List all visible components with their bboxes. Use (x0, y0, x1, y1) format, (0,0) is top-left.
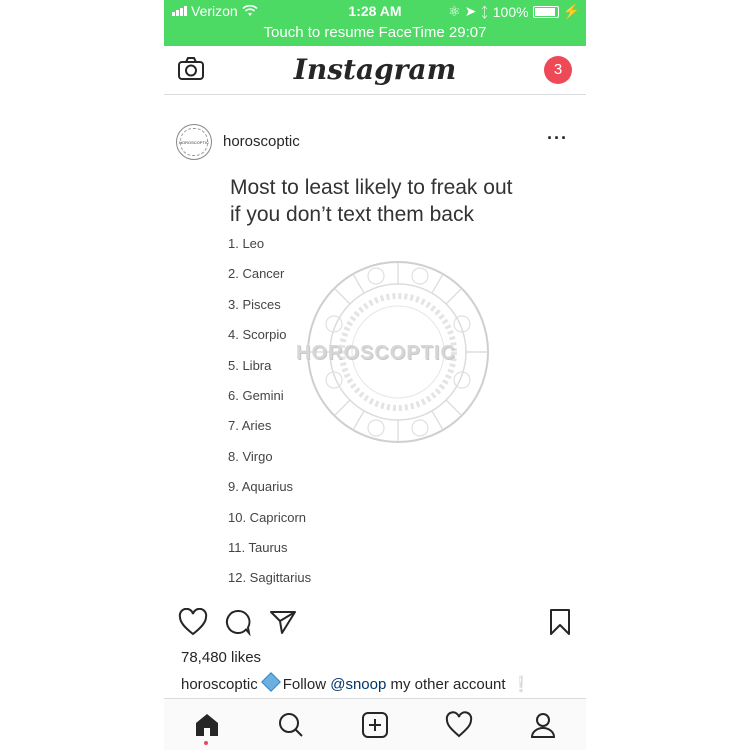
facetime-resume-banner[interactable]: Touch to resume FaceTime 29:07 (164, 22, 586, 46)
caption-mention-link[interactable]: @snoop (330, 676, 386, 693)
caption-text-after: my other account (386, 676, 506, 693)
list-item: 2. Cancer (228, 266, 285, 282)
image-watermark: HOROSCOPTIC (296, 342, 456, 364)
list-item: 7. Aries (228, 418, 272, 434)
list-item: 3. Pisces (228, 296, 281, 312)
exclamation-emoji-icon: ❕ (511, 676, 531, 693)
caption-text-before: Follow (282, 676, 331, 693)
like-count[interactable]: 78,480 likes (181, 649, 261, 666)
zodiac-ranking-list: 1. Leo 2. Cancer 3. Pisces 4. Scorpio 5.… (228, 233, 311, 594)
post-username[interactable]: horoscoptic (223, 133, 300, 150)
list-item: 10. Capricorn (228, 509, 307, 525)
status-right: ⚛ ➤ ᛨ 100% ⚡ (448, 3, 580, 20)
orientation-lock-icon: ⚛ (448, 3, 461, 19)
avatar[interactable]: HOROSCOPTIC (176, 124, 212, 160)
battery-percent: 100% (492, 3, 529, 20)
list-item: 8. Virgo (228, 448, 273, 464)
location-icon: ➤ (464, 3, 477, 19)
comment-icon[interactable] (224, 608, 252, 636)
list-item: 1. Leo (228, 236, 265, 251)
list-item: 6. Gemini (228, 387, 284, 403)
home-active-dot (204, 741, 208, 745)
diamond-emoji-icon (260, 672, 281, 692)
avatar-logo: HOROSCOPTIC (179, 128, 209, 156)
instagram-logo: Instagram (293, 53, 457, 86)
share-icon[interactable] (269, 608, 297, 636)
list-item: 5. Libra (228, 357, 272, 373)
charging-icon: ⚡ (562, 3, 580, 19)
list-item: 11. Taurus (228, 539, 288, 555)
image-title: Most to least likely to freak out if you… (230, 176, 513, 226)
post-actions (164, 604, 586, 640)
app-header: Instagram 3 (164, 46, 586, 95)
phone-screen: Verizon 1:28 AM ⚛ ➤ ᛨ 100% ⚡ Touch to re… (164, 0, 586, 750)
status-bar: Verizon 1:28 AM ⚛ ➤ ᛨ 100% ⚡ (164, 0, 586, 22)
bookmark-icon[interactable] (548, 608, 572, 636)
caption-username[interactable]: horoscoptic (181, 676, 258, 693)
post-caption: horoscoptic Follow @snoop my other accoun… (181, 672, 531, 693)
activity-heart-icon[interactable] (445, 711, 473, 739)
list-item: 9. Aquarius (228, 479, 294, 495)
like-heart-icon[interactable] (178, 608, 208, 636)
list-item: 12. Sagittarius (228, 570, 312, 586)
search-icon[interactable] (277, 711, 305, 739)
more-options-icon[interactable]: ··· (547, 128, 568, 149)
home-icon[interactable] (193, 711, 221, 739)
bluetooth-icon: ᛨ (480, 3, 489, 20)
list-item: 4. Scorpio (228, 327, 287, 343)
profile-icon[interactable] (529, 711, 557, 739)
bottom-tab-bar (164, 698, 586, 750)
add-post-icon[interactable] (361, 711, 389, 739)
battery-icon (532, 5, 559, 18)
post-header: HOROSCOPTIC horoscoptic ··· (164, 116, 586, 173)
post-image[interactable]: Most to least likely to freak out if you… (164, 172, 586, 594)
notification-badge[interactable]: 3 (544, 56, 572, 84)
